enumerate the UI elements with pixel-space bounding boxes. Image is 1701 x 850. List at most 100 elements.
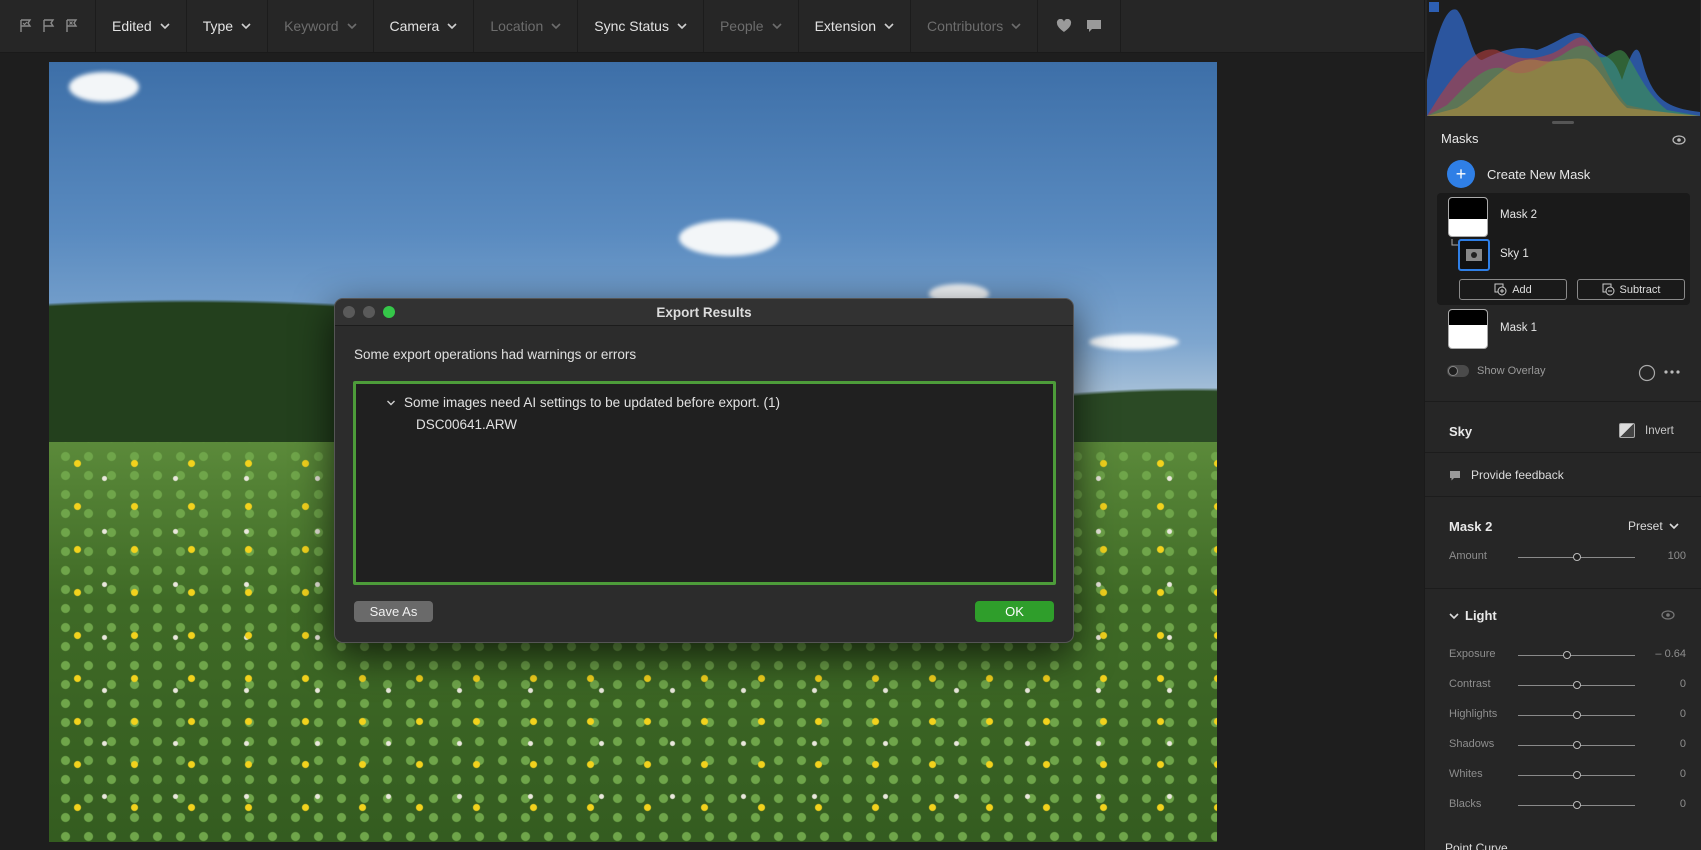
shadows-slider[interactable]: Shadows 0 [1449,738,1686,754]
zoom-icon[interactable] [383,306,395,318]
invert-label: Invert [1645,424,1674,437]
slider-value[interactable]: 0 [1680,678,1686,690]
mask-2-thumbnail[interactable] [1448,197,1488,237]
chevron-down-icon [771,23,782,30]
filter-camera[interactable]: Camera [374,0,475,52]
filter-location[interactable]: Location [474,0,579,52]
slider-label: Whites [1449,768,1483,780]
sky-1-name[interactable]: Sky 1 [1500,248,1529,260]
result-group-label: Some images need AI settings to be updat… [404,395,780,410]
divider [1425,452,1701,453]
flag-pick-icon[interactable] [17,18,34,35]
exposure-slider[interactable]: Exposure – 0.64 [1449,648,1686,664]
minimize-icon[interactable] [363,306,375,318]
masks-title: Masks [1441,131,1479,146]
cloud [69,72,139,102]
mask-1-thumbnail[interactable] [1448,309,1488,349]
slider-value[interactable]: 100 [1668,550,1686,562]
subtract-label: Subtract [1619,283,1661,296]
sky-1-thumbnail[interactable] [1458,239,1490,271]
contrast-slider[interactable]: Contrast 0 [1449,678,1686,694]
ok-button[interactable]: OK [975,601,1054,622]
slider-handle[interactable] [1572,741,1581,749]
result-file[interactable]: DSC00641.ARW [416,417,517,432]
slider-label: Blacks [1449,798,1482,810]
subtract-button[interactable]: Subtract [1577,279,1685,300]
slider-value[interactable]: 0 [1680,798,1686,810]
filter-edited[interactable]: Edited [96,0,187,52]
flag-filters [0,0,96,52]
more-icon[interactable] [1664,370,1680,374]
mask-2-section-title: Mask 2 [1449,519,1493,534]
add-button[interactable]: Add [1459,279,1567,300]
slider-handle[interactable] [1572,801,1581,809]
amount-slider[interactable]: Amount 100 [1449,550,1686,566]
light-section-header[interactable]: Light [1449,608,1497,623]
divider [1425,496,1701,497]
slider-handle[interactable] [1572,771,1581,779]
results-list[interactable]: Some images need AI settings to be updat… [353,381,1056,585]
clipping-indicator-icon[interactable] [1429,2,1439,12]
close-icon[interactable] [343,306,355,318]
chevron-down-icon [884,23,894,30]
slider-handle[interactable] [1572,681,1581,689]
filter-people[interactable]: People [704,0,799,52]
filter-sync-status[interactable]: Sync Status [578,0,704,52]
filter-extension[interactable]: Extension [799,0,912,52]
provide-feedback-button[interactable]: Provide feedback [1449,468,1564,482]
histogram[interactable] [1427,0,1700,116]
mask-1-name[interactable]: Mask 1 [1500,322,1537,334]
window-controls [343,306,395,318]
toggle-switch[interactable] [1447,365,1469,377]
edit-panel: Masks + Create New Mask Mask 2 Sky 1 Add… [1424,0,1701,850]
flag-unflagged-icon[interactable] [40,18,57,35]
export-results-dialog: Export Results Some export operations ha… [334,298,1074,643]
slider-label: Contrast [1449,678,1491,690]
light-title: Light [1465,608,1497,623]
filter-label: Location [490,18,544,34]
slider-value[interactable]: – 0.64 [1655,648,1686,660]
flag-reject-icon[interactable] [63,18,80,35]
filter-keyword[interactable]: Keyword [268,0,374,52]
overlay-color-icon[interactable] [1638,364,1656,382]
invert-button[interactable]: Invert [1619,423,1674,438]
chevron-down-icon [1669,523,1679,530]
filter-contributors[interactable]: Contributors [911,0,1039,52]
preset-label: Preset [1628,519,1663,533]
mask-2-name[interactable]: Mask 2 [1500,209,1537,221]
filter-type[interactable]: Type [187,0,269,52]
eye-icon[interactable] [1661,610,1675,620]
blacks-slider[interactable]: Blacks 0 [1449,798,1686,814]
slider-value[interactable]: 0 [1680,738,1686,750]
slider-track[interactable] [1518,655,1635,656]
panel-resize-handle[interactable] [1552,121,1574,124]
show-overlay-toggle[interactable]: Show Overlay [1447,365,1545,377]
slider-value[interactable]: 0 [1680,708,1686,720]
create-new-mask-button[interactable]: + Create New Mask [1447,160,1590,188]
point-curve-header[interactable]: Point Curve [1445,841,1508,850]
slider-value[interactable]: 0 [1680,768,1686,780]
add-label: Add [1512,283,1532,296]
slider-handle[interactable] [1572,711,1581,719]
chevron-down-icon [677,23,687,30]
divider [1425,401,1701,402]
whites-slider[interactable]: Whites 0 [1449,768,1686,784]
chevron-down-icon[interactable] [386,398,396,408]
slider-handle[interactable] [1572,553,1581,561]
filter-label: People [719,18,764,34]
slider-label: Shadows [1449,738,1495,750]
dialog-title: Export Results [656,304,752,320]
chevron-down-icon [346,23,357,30]
comment-icon[interactable] [1086,19,1102,33]
eye-icon[interactable] [1672,135,1686,145]
highlights-slider[interactable]: Highlights 0 [1449,708,1686,724]
save-as-button[interactable]: Save As [354,601,433,622]
filter-label: Sync Status [594,18,669,34]
slider-handle[interactable] [1563,651,1572,659]
preset-dropdown[interactable]: Preset [1628,519,1679,533]
sky-section-title: Sky [1449,424,1473,439]
heart-icon[interactable] [1056,19,1072,33]
result-group[interactable]: Some images need AI settings to be updat… [386,395,780,410]
histogram-graph [1427,2,1700,116]
mask-2-group[interactable]: Mask 2 Sky 1 Add Subtract [1437,193,1690,305]
